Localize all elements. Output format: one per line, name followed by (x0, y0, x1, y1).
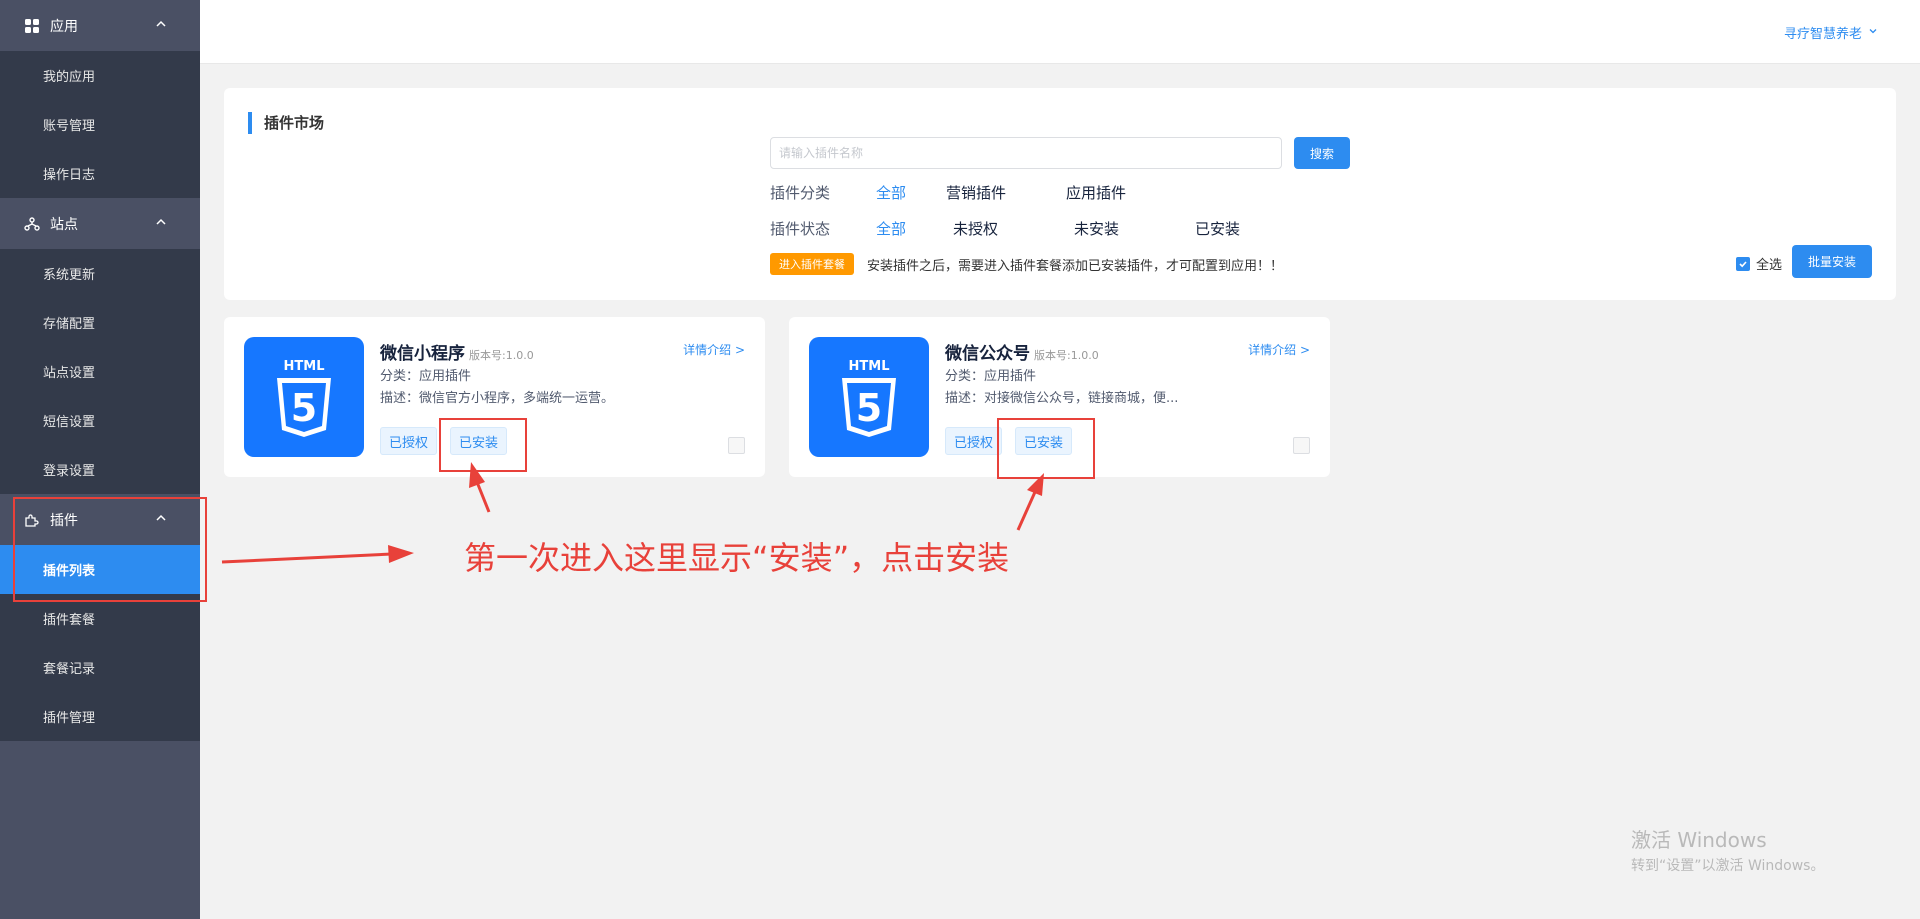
annotation-text: 第一次进入这里显示“安装”，点击安装 (464, 539, 1010, 577)
watermark-subtitle: 转到“设置”以激活 Windows。 (1631, 858, 1825, 874)
windows-activation-watermark: 激活 Windows 转到“设置”以激活 Windows。 (1631, 824, 1824, 875)
watermark-title: 激活 Windows (1631, 828, 1767, 852)
annotation-arrows (221, 462, 1044, 564)
